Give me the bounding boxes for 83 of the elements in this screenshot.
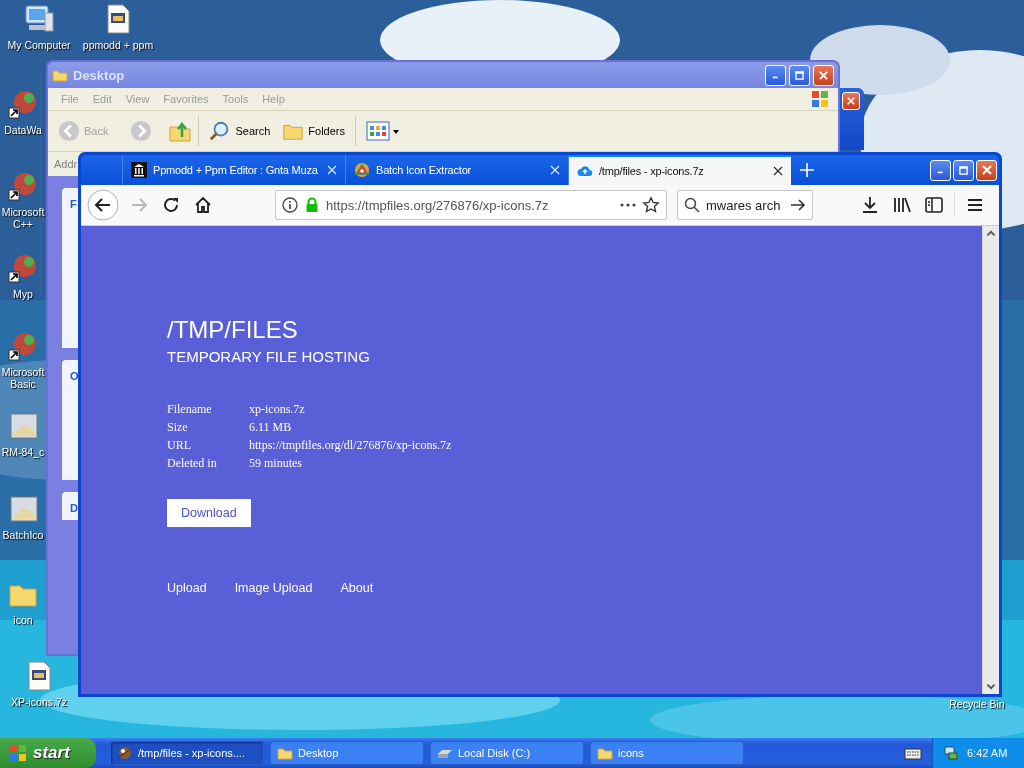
maximize-icon — [959, 165, 968, 175]
desktop-icon-label[interactable]: My Computer — [7, 39, 71, 51]
detail-value: https://tmpfiles.org/dl/276876/xp-icons.7z — [249, 437, 452, 453]
taskbar-button[interactable]: icons — [590, 741, 744, 765]
close-button[interactable] — [976, 159, 997, 181]
sidebar-icon[interactable] — [924, 195, 944, 215]
close-button[interactable] — [813, 64, 834, 86]
shortcut-icon[interactable] — [7, 88, 39, 120]
scrollbar[interactable] — [982, 226, 999, 694]
windows-logo-icon — [810, 89, 830, 109]
download-button[interactable]: Download — [167, 499, 251, 527]
maximize-button[interactable] — [953, 159, 974, 181]
star-icon[interactable] — [642, 196, 660, 214]
computer-icon[interactable] — [23, 3, 55, 35]
network-icon[interactable] — [943, 745, 959, 761]
close-icon — [819, 70, 828, 80]
download-icon[interactable] — [860, 195, 880, 215]
app-icon[interactable] — [7, 493, 39, 525]
detail-value: 6.11 MB — [249, 419, 293, 435]
footer-link[interactable]: About — [340, 581, 374, 595]
close-icon — [981, 165, 992, 175]
reload-icon[interactable] — [161, 195, 181, 215]
app-icon[interactable] — [7, 410, 39, 442]
close-icon — [847, 97, 855, 105]
desktop-icon-label[interactable]: Microsoft Basic — [0, 366, 46, 390]
folder-icon — [277, 745, 293, 761]
footer-link[interactable]: Upload — [167, 581, 207, 595]
desktop-icon-label[interactable]: BatchIco — [2, 529, 44, 541]
windows-logo-icon — [8, 743, 28, 763]
taskbar-button[interactable]: Desktop — [270, 741, 424, 765]
address-bar[interactable]: https://tmpfiles.org/276876/xp-icons.7z — [275, 190, 667, 220]
window-title: Desktop — [73, 67, 125, 83]
detail-label: Filename — [167, 401, 213, 417]
colorful-logo-icon — [354, 162, 370, 178]
close-button[interactable] — [842, 92, 860, 110]
address-label: Addr — [54, 158, 78, 170]
info-icon[interactable] — [282, 197, 298, 213]
clock: 6:42 AM — [967, 747, 1008, 759]
desktop-icon-label[interactable]: RM-84_c — [1, 446, 45, 458]
arrow-right-icon[interactable] — [790, 197, 806, 213]
home-icon[interactable] — [193, 195, 213, 215]
shortcut-icon[interactable] — [7, 252, 39, 284]
desktop-icon-label[interactable]: Myp — [13, 288, 33, 300]
browser-tab[interactable]: /tmp/files - xp-icons.7z — [568, 155, 791, 185]
building-icon — [131, 162, 147, 178]
desktop-icon-label[interactable]: DataWa — [4, 124, 42, 136]
detail-label: Size — [167, 419, 189, 435]
search-button[interactable]: Search — [205, 118, 275, 144]
folder-icon — [52, 67, 68, 83]
desktop-icon-label[interactable]: Microsoft C++ — [0, 206, 46, 230]
detail-value: xp-icons.7z — [249, 401, 306, 417]
new-tab-icon[interactable] — [799, 162, 815, 178]
folders-button[interactable]: Folders — [278, 118, 349, 144]
detail-label: Deleted in — [167, 455, 218, 471]
maximize-icon — [795, 70, 804, 80]
panel-title: F — [70, 198, 77, 210]
panel-title: O — [70, 370, 79, 382]
start-button[interactable]: start — [0, 738, 96, 768]
site-title: /TMP/FILES — [167, 316, 298, 344]
site-subtitle: TEMPORARY FILE HOSTING — [167, 348, 370, 365]
more-icon[interactable] — [620, 203, 636, 207]
close-tab-icon[interactable] — [773, 166, 783, 176]
search-icon — [684, 197, 700, 213]
detail-label: URL — [167, 437, 192, 453]
back-icon[interactable] — [87, 189, 119, 221]
panel-title: D — [70, 502, 78, 514]
footer-link[interactable]: Image Upload — [234, 581, 313, 595]
minimize-button[interactable] — [930, 159, 951, 181]
cloud-upload-icon — [577, 163, 593, 179]
taskbar-button[interactable]: /tmp/files - xp-icons.... — [110, 741, 264, 765]
desktop-icon-label[interactable]: ppmodd + ppm — [82, 39, 154, 51]
shortcut-icon[interactable] — [7, 330, 39, 362]
taskbar-button[interactable]: Local Disk (C:) — [430, 741, 584, 765]
lock-icon — [304, 197, 320, 213]
view-menu-icon[interactable] — [366, 119, 400, 143]
keyboard-icon[interactable] — [904, 746, 922, 760]
maximize-button[interactable] — [789, 64, 810, 86]
minimize-button[interactable] — [765, 64, 786, 86]
shortcut-icon[interactable] — [7, 170, 39, 202]
search-field[interactable]: mwares arch — [677, 190, 813, 220]
detail-value: 59 minutes — [249, 455, 303, 471]
library-icon[interactable] — [892, 195, 912, 215]
folder-icon — [597, 745, 613, 761]
